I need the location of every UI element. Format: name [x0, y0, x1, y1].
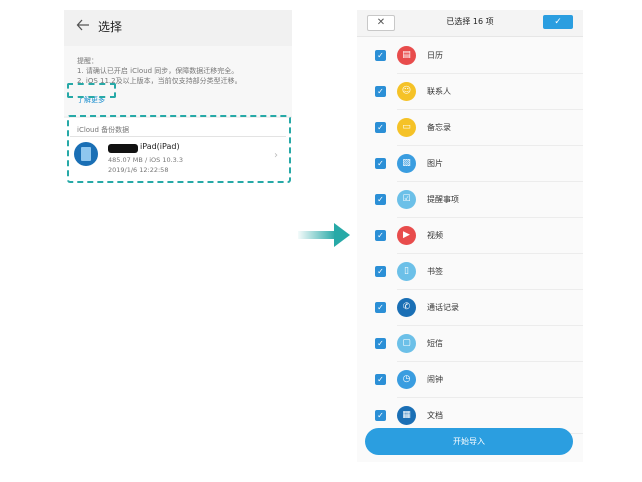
item-label: 闹钟 [427, 375, 443, 384]
item-label: 日历 [427, 51, 443, 60]
item-label: 备忘录 [427, 123, 451, 132]
icon-glyph: ☺ [401, 86, 412, 96]
page-title: 选择 [98, 20, 123, 34]
checkbox[interactable]: ✓ [375, 50, 386, 61]
selection-header: ✕ 已选择 16 项 ✓ [357, 10, 583, 37]
icon-glyph: ▤ [402, 50, 411, 60]
contacts-icon: ☺ [397, 82, 416, 101]
checkbox[interactable]: ✓ [375, 338, 386, 349]
call-log-icon: ✆ [397, 298, 416, 317]
confirm-button[interactable]: ✓ [543, 15, 573, 29]
gallery-icon: ▧ [397, 154, 416, 173]
icon-glyph: ▶ [403, 230, 410, 240]
documents-icon: ▦ [397, 406, 416, 425]
item-label: 联系人 [427, 87, 451, 96]
start-import-button[interactable]: 开始导入 [365, 428, 573, 455]
item-label: 书签 [427, 267, 443, 276]
item-label: 图片 [427, 159, 443, 168]
hint-box: 提醒： 1. 请确认已开启 iCloud 同步，保障数据迁移完全。 2. iOS… [64, 46, 292, 116]
checkbox[interactable]: ✓ [375, 158, 386, 169]
list-item[interactable]: ✓ ▶ 视频 [357, 218, 583, 254]
bookmark-icon: ▯ [397, 262, 416, 281]
right-screen: ✕ 已选择 16 项 ✓ ✓ ▤ 日历 ✓ ☺ 联系人 ✓ ▭ 备忘录 ✓ ▧ 图片 ✓ ☑ 提醒事项 ✓ ▶ 视… [357, 10, 583, 462]
icon-glyph: ▧ [402, 158, 411, 168]
list-item[interactable]: ✓ ◷ 闹钟 [357, 362, 583, 398]
checkbox[interactable]: ✓ [375, 410, 386, 421]
list-item[interactable]: ✓ ✆ 通话记录 [357, 290, 583, 326]
list-item[interactable]: ✓ ▯ 书签 [357, 254, 583, 290]
item-label: 视频 [427, 231, 443, 240]
checkbox[interactable]: ✓ [375, 122, 386, 133]
list-item[interactable]: ✓ ☑ 提醒事项 [357, 182, 583, 218]
item-label: 通话记录 [427, 303, 459, 312]
checkbox[interactable]: ✓ [375, 374, 386, 385]
list-item[interactable]: ✓ ▤ 日历 [357, 38, 583, 74]
arrow-right-icon [298, 223, 350, 247]
checkbox[interactable]: ✓ [375, 194, 386, 205]
learn-more-highlight [67, 83, 116, 98]
left-header: 选择 [64, 10, 292, 42]
video-icon: ▶ [397, 226, 416, 245]
checkbox[interactable]: ✓ [375, 302, 386, 313]
checkbox[interactable]: ✓ [375, 86, 386, 97]
list-item[interactable]: ✓ ▢ 短信 [357, 326, 583, 362]
icon-glyph: ✆ [402, 302, 411, 312]
checkbox[interactable]: ✓ [375, 266, 386, 277]
icon-glyph: ▯ [404, 266, 409, 276]
messages-icon: ▢ [397, 334, 416, 353]
notes-icon: ▭ [397, 118, 416, 137]
icon-glyph: ◷ [402, 374, 411, 384]
item-label: 提醒事项 [427, 195, 459, 204]
calendar-icon: ▤ [397, 46, 416, 65]
icon-glyph: ▭ [402, 122, 411, 132]
icon-glyph: ▦ [402, 410, 411, 420]
icon-glyph: ☑ [402, 194, 411, 204]
list-item[interactable]: ✓ ☺ 联系人 [357, 74, 583, 110]
hint-label: 提醒： [77, 57, 98, 65]
list-item[interactable]: ✓ ▭ 备忘录 [357, 110, 583, 146]
alarm-icon: ◷ [397, 370, 416, 389]
hint-line: 1. 请确认已开启 iCloud 同步，保障数据迁移完全。 [77, 67, 239, 75]
item-label: 短信 [427, 339, 443, 348]
backup-highlight [67, 115, 291, 183]
list-item[interactable]: ✓ ▧ 图片 [357, 146, 583, 182]
checkbox[interactable]: ✓ [375, 230, 386, 241]
item-label: 文档 [427, 411, 443, 420]
reminders-icon: ☑ [397, 190, 416, 209]
back-arrow-icon[interactable] [76, 18, 90, 32]
icon-glyph: ▢ [402, 338, 411, 348]
